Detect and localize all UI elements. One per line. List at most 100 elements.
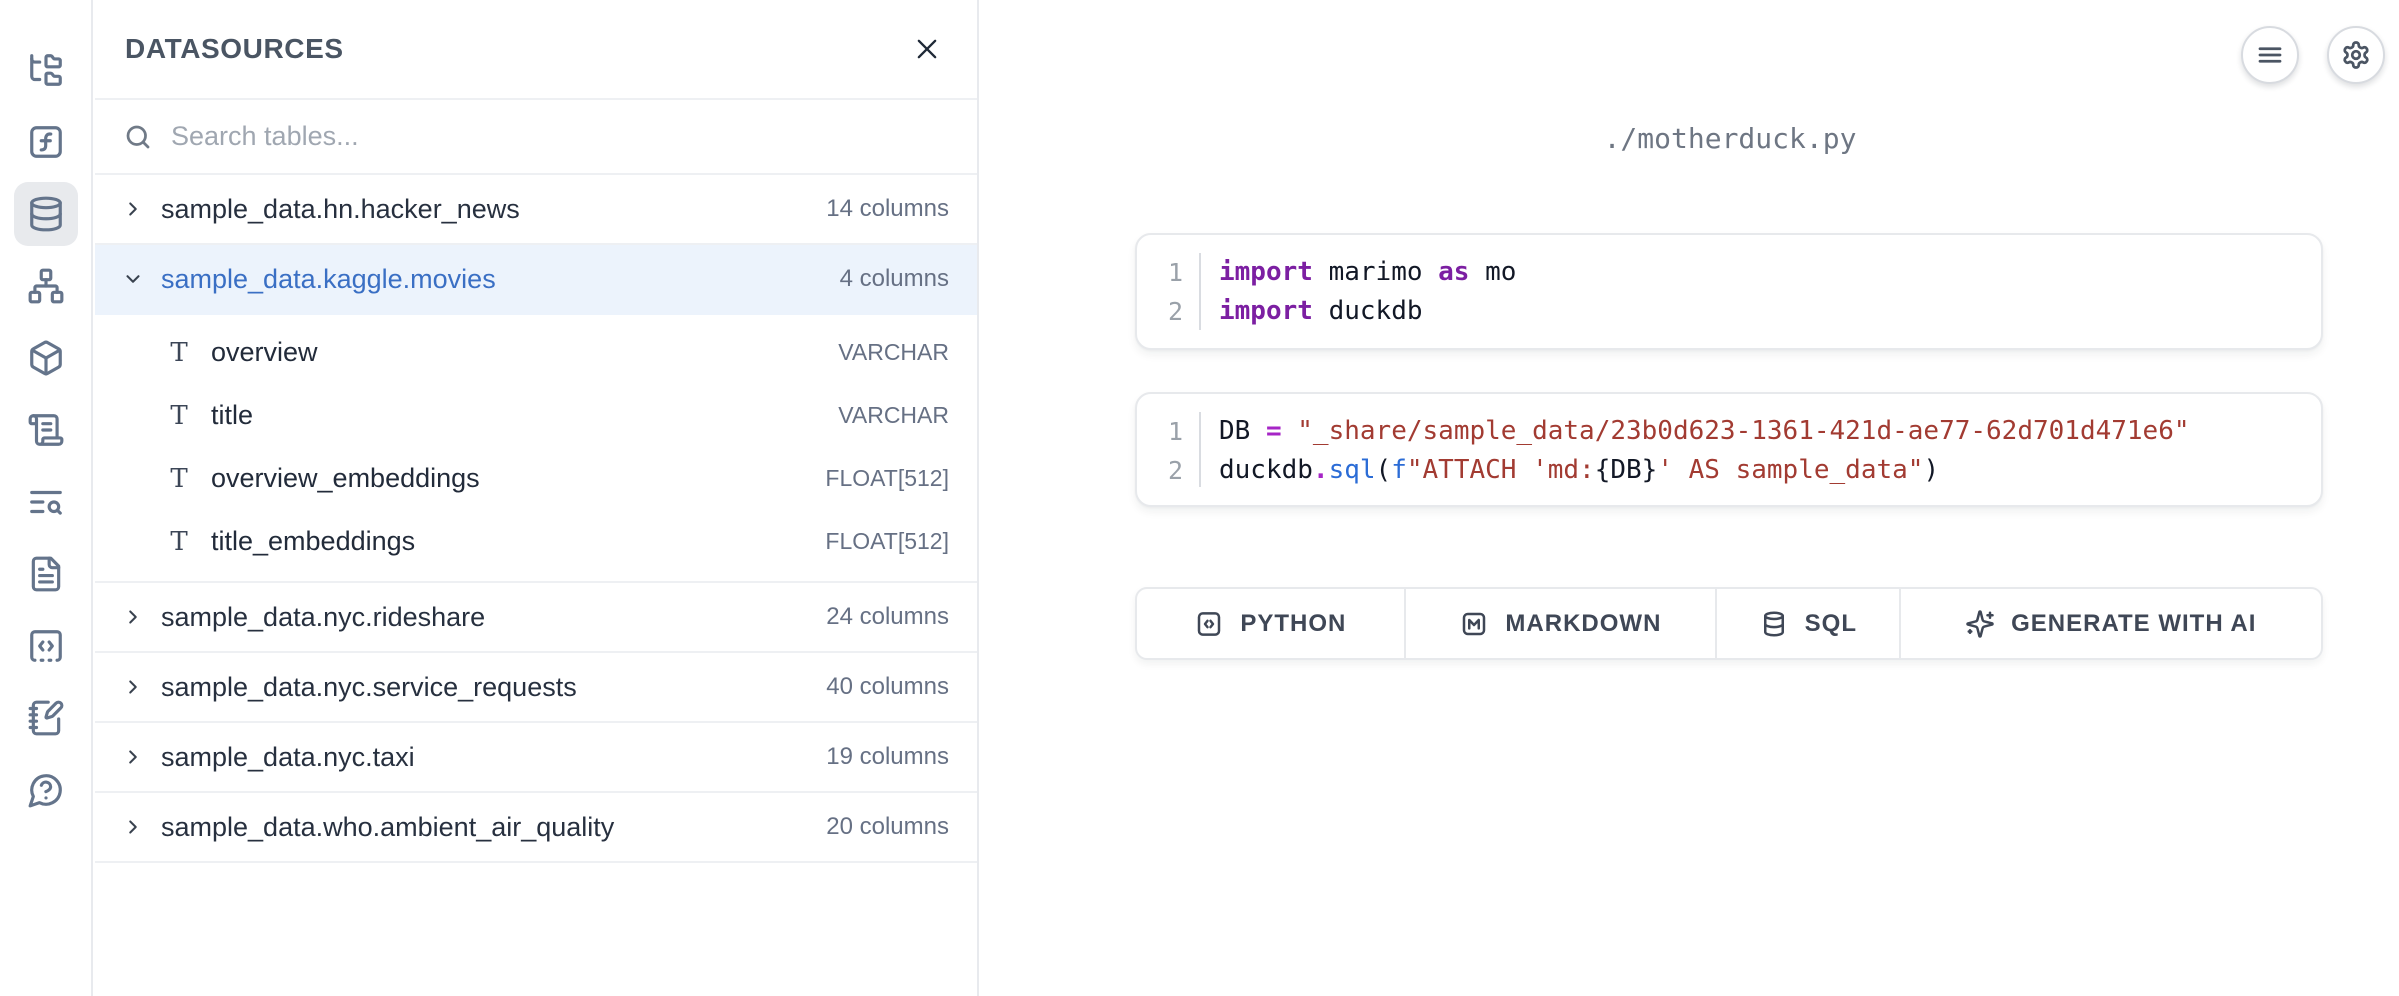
- column-name: overview_embeddings: [211, 463, 480, 494]
- table-row[interactable]: sample_data.nyc.service_requests 40 colum…: [95, 653, 977, 723]
- chat-question-icon: [27, 771, 65, 809]
- column-row[interactable]: TtitleVARCHAR: [95, 384, 977, 447]
- table-column-count: 4 columns: [840, 265, 949, 293]
- table-name: sample_data.nyc.service_requests: [161, 672, 577, 703]
- add-sql-cell-button[interactable]: SQL: [1717, 589, 1900, 658]
- text-type-icon: T: [165, 338, 193, 368]
- search-icon: [123, 122, 153, 152]
- sidebar-item-help[interactable]: [14, 758, 78, 822]
- code-editor[interactable]: DB = "_share/sample_data/23b0d623-1361-4…: [1199, 412, 2321, 487]
- table-columns-block: ToverviewVARCHARTtitleVARCHARToverview_e…: [95, 315, 977, 583]
- table-row[interactable]: sample_data.nyc.taxi19 columns: [95, 723, 977, 793]
- table-list: sample_data.hn.hacker_news14 columnssamp…: [95, 175, 977, 863]
- sidebar-item-dependencies[interactable]: [14, 254, 78, 318]
- datasources-panel: DATASOURCES sample_data.hn.hacker_news14…: [95, 0, 979, 996]
- chevron-right-icon: [122, 746, 144, 768]
- sidebar-item-scratchpad[interactable]: [14, 686, 78, 750]
- notebook-pen-icon: [27, 699, 65, 737]
- column-name: title_embeddings: [211, 526, 415, 557]
- table-search-row: [95, 100, 977, 175]
- text-type-icon: T: [165, 464, 193, 494]
- button-label: MARKDOWN: [1505, 610, 1661, 638]
- document-icon: [27, 555, 65, 593]
- menu-icon: [2255, 40, 2285, 70]
- table-column-count: 24 columns: [826, 603, 949, 631]
- code-square-dashed-icon: [27, 627, 65, 665]
- code-line: import marimo as mo: [1219, 253, 2321, 292]
- notebook-filename: ./motherduck.py: [1135, 122, 2325, 155]
- line-number: 1: [1137, 412, 1183, 451]
- column-row[interactable]: Toverview VARCHAR: [95, 321, 977, 384]
- column-type: VARCHAR: [838, 402, 949, 429]
- sidebar-item-file-explorer[interactable]: [14, 38, 78, 102]
- table-name: sample_data.hn.hacker_news: [161, 194, 520, 225]
- package-box-icon: [27, 339, 65, 377]
- code-line: duckdb.sql(f"ATTACH 'md:{DB}' AS sample_…: [1219, 451, 2321, 490]
- folder-tree-icon: [27, 51, 65, 89]
- scroll-text-icon: [27, 411, 65, 449]
- panel-title: DATASOURCES: [125, 33, 344, 65]
- chevron-right-icon: [122, 676, 144, 698]
- table-row[interactable]: sample_data.kaggle.movies 4 columns: [95, 245, 977, 315]
- table-column-count: 20 columns: [826, 813, 949, 841]
- sidebar-item-logs[interactable]: [14, 398, 78, 462]
- chevron-right-icon: [122, 606, 144, 628]
- sidebar-icon-rail: [0, 0, 93, 996]
- table-name: sample_data.who.ambient_air_quality: [161, 812, 614, 843]
- line-number-gutter: 12: [1137, 412, 1199, 487]
- add-cell-button-bar: PYTHON MARKDOWN SQL GENERATE WITH AI: [1135, 587, 2323, 660]
- code-cell: 12 import marimo as moimport duckdb: [1135, 233, 2323, 350]
- close-panel-button[interactable]: [907, 29, 947, 69]
- table-name: sample_data.nyc.rideshare: [161, 602, 485, 633]
- table-row[interactable]: sample_data.who.ambient_air_quality 20 co…: [95, 793, 977, 863]
- database-icon: [1759, 609, 1789, 639]
- notebook-menu-button[interactable]: [2241, 26, 2299, 84]
- table-row[interactable]: sample_data.hn.hacker_news14 columns: [95, 175, 977, 245]
- add-python-cell-button[interactable]: PYTHON: [1137, 589, 1406, 658]
- column-type: VARCHAR: [838, 339, 949, 366]
- sparkles-icon: [1965, 609, 1995, 639]
- text-type-icon: T: [165, 527, 193, 557]
- datasources-panel-header: DATASOURCES: [95, 0, 977, 100]
- top-actions: [2241, 26, 2385, 84]
- database-icon: [27, 195, 65, 233]
- sidebar-item-packages[interactable]: [14, 326, 78, 390]
- generate-with-ai-button[interactable]: GENERATE WITH AI: [1901, 589, 2321, 658]
- sidebar-item-documentation[interactable]: [14, 542, 78, 606]
- chevron-down-icon: [122, 268, 144, 290]
- search-tables-input[interactable]: [171, 121, 949, 152]
- settings-button[interactable]: [2327, 26, 2385, 84]
- table-name: sample_data.kaggle.movies: [161, 264, 496, 295]
- column-row[interactable]: Toverview_embeddings FLOAT[512]: [95, 447, 977, 510]
- table-column-count: 19 columns: [826, 743, 949, 771]
- sidebar-item-variables[interactable]: [14, 110, 78, 174]
- table-row[interactable]: sample_data.nyc.rideshare 24 columns: [95, 583, 977, 653]
- line-number: 2: [1137, 292, 1183, 331]
- chevron-right-icon: [122, 816, 144, 838]
- sidebar-item-search-logs[interactable]: [14, 470, 78, 534]
- button-label: GENERATE WITH AI: [2011, 610, 2256, 638]
- chevron-right-icon: [122, 198, 144, 220]
- column-row[interactable]: Ttitle_embeddings FLOAT[512]: [95, 510, 977, 573]
- column-type: FLOAT[512]: [825, 528, 949, 555]
- column-type: FLOAT[512]: [825, 465, 949, 492]
- table-column-count: 40 columns: [826, 673, 949, 701]
- button-label: SQL: [1805, 610, 1857, 638]
- settings-gear-icon: [2341, 40, 2371, 70]
- network-graph-icon: [27, 267, 65, 305]
- line-number: 2: [1137, 451, 1183, 490]
- markdown-icon: [1459, 609, 1489, 639]
- code-editor[interactable]: import marimo as moimport duckdb: [1199, 253, 2321, 330]
- sidebar-item-snippets[interactable]: [14, 614, 78, 678]
- code-line: import duckdb: [1219, 292, 2321, 331]
- code-square-icon: [1194, 609, 1224, 639]
- button-label: PYTHON: [1240, 610, 1346, 638]
- add-markdown-cell-button[interactable]: MARKDOWN: [1406, 589, 1717, 658]
- line-number: 1: [1137, 253, 1183, 292]
- code-cell: 12 DB = "_share/sample_data/23b0d623-136…: [1135, 392, 2323, 507]
- list-search-icon: [27, 483, 65, 521]
- line-number-gutter: 12: [1137, 253, 1199, 330]
- sidebar-item-datasources[interactable]: [14, 182, 78, 246]
- text-type-icon: T: [165, 401, 193, 431]
- column-name: overview: [211, 337, 318, 368]
